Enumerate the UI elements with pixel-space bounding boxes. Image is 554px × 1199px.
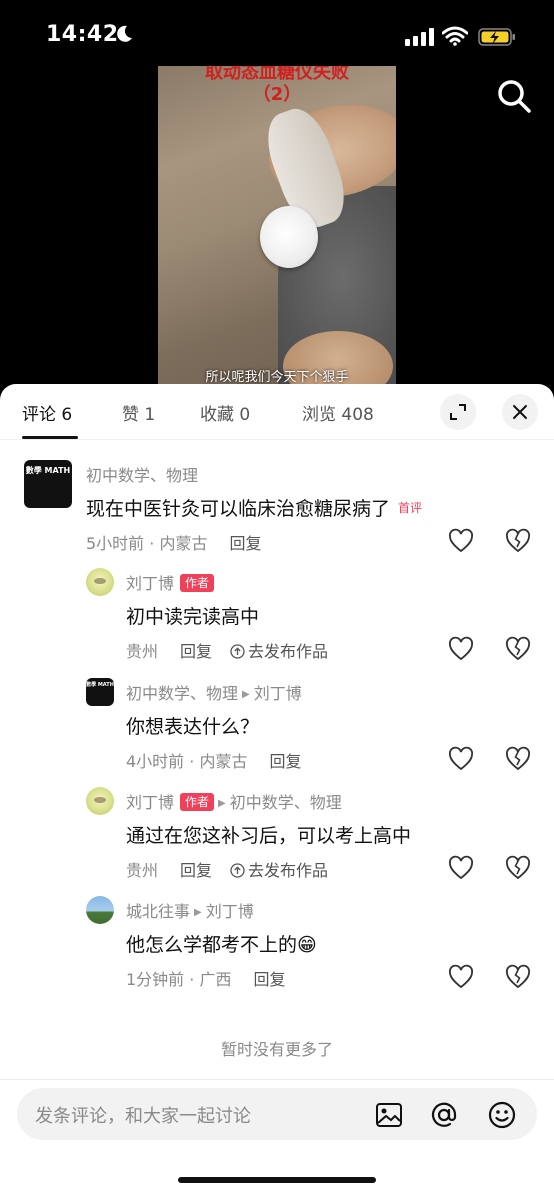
- comment-text: 通过在您这补习后，可以考上高中: [126, 825, 412, 847]
- author-badge: 作者: [180, 793, 215, 811]
- close-icon: [513, 405, 527, 419]
- upload-circle-icon: [230, 644, 245, 659]
- tab-comments[interactable]: 评论 6: [22, 400, 72, 425]
- comment-text: 他怎么学都考不上的😁: [126, 934, 317, 956]
- comment-time-location: 贵州: [126, 642, 159, 661]
- publish-work-label: 去发布作品: [248, 861, 329, 880]
- first-comment-badge: 首评: [398, 501, 423, 515]
- comment-author-name[interactable]: 刘丁博: [126, 793, 174, 812]
- comment-input-placeholder: 发条评论，和大家一起讨论: [35, 1106, 251, 1127]
- reply-arrow-icon: ▶: [218, 798, 226, 809]
- home-indicator: [178, 1177, 376, 1183]
- comment-author: 刘丁博 作者: [126, 570, 215, 594]
- search-icon[interactable]: [496, 78, 532, 114]
- comment-text: 现在中医针灸可以临床治愈糖尿病了 首评: [86, 494, 422, 521]
- image-icon[interactable]: [374, 1100, 404, 1130]
- mention-at-icon[interactable]: [429, 1100, 459, 1130]
- upload-circle-icon: [230, 863, 245, 878]
- author-badge: 作者: [180, 574, 215, 592]
- like-heart-icon[interactable]: [448, 746, 474, 772]
- avatar-logo-text: 數學 MATH: [86, 682, 114, 688]
- video-preview[interactable]: 取动态血糖仪失败 （2） 所以呢我们今天下个狠手: [158, 66, 396, 396]
- comment-time-location: 4小时前 · 内蒙古: [126, 752, 248, 771]
- video-title-line2: （2）: [252, 84, 302, 105]
- dislike-broken-heart-icon[interactable]: [505, 528, 531, 554]
- comment-meta: 贵州 回复 去发布作品: [126, 638, 328, 662]
- status-bar: 14:42: [0, 0, 554, 70]
- dislike-broken-heart-icon[interactable]: [505, 855, 531, 881]
- comment-input[interactable]: 发条评论，和大家一起讨论: [17, 1088, 537, 1140]
- expand-icon: [450, 404, 466, 420]
- dislike-broken-heart-icon[interactable]: [505, 636, 531, 662]
- comment-time-location: 1分钟前 · 广西: [126, 970, 232, 989]
- tab-likes[interactable]: 赞 1: [122, 400, 155, 425]
- dislike-broken-heart-icon[interactable]: [505, 964, 531, 990]
- avatar[interactable]: [86, 568, 114, 596]
- reply-to-name[interactable]: 初中数学、物理: [230, 793, 342, 812]
- no-more-text: 暂时没有更多了: [220, 1040, 333, 1059]
- comment-author: 初中数学、物理 ▶ 刘丁博: [126, 680, 302, 704]
- expand-button[interactable]: [440, 394, 476, 430]
- avatar[interactable]: 數學 MATH: [24, 460, 72, 508]
- comment-text: 初中读完读高中: [126, 606, 260, 628]
- tab-active-indicator: [22, 436, 78, 439]
- tab-bar: 评论 6 赞 1 收藏 0 浏览 408: [0, 384, 554, 440]
- reply-button[interactable]: 回复: [180, 861, 212, 880]
- like-heart-icon[interactable]: [448, 528, 474, 554]
- comment-author-name[interactable]: 初中数学、物理: [126, 684, 238, 703]
- publish-work-label: 去发布作品: [248, 642, 329, 661]
- tab-favorites[interactable]: 收藏 0: [200, 400, 250, 425]
- glucose-sensor: [260, 206, 318, 268]
- wifi-icon: [442, 26, 468, 46]
- like-heart-icon[interactable]: [448, 855, 474, 881]
- reply-arrow-icon: ▶: [194, 907, 202, 918]
- comment-author-name[interactable]: 城北往事: [126, 902, 190, 921]
- like-heart-icon[interactable]: [448, 636, 474, 662]
- reply-arrow-icon: ▶: [242, 689, 250, 700]
- avatar[interactable]: [86, 787, 114, 815]
- like-heart-icon[interactable]: [448, 964, 474, 990]
- publish-work-link[interactable]: 去发布作品: [230, 642, 328, 661]
- tab-views[interactable]: 浏览 408: [302, 400, 374, 425]
- comment-text: 你想表达什么？: [126, 716, 260, 738]
- reply-to-name[interactable]: 刘丁博: [254, 684, 302, 703]
- avatar-logo-text: 數學 MATH: [25, 466, 71, 475]
- video-subtitle: 所以呢我们今天下个狠手: [205, 370, 349, 385]
- comment-input-bar: 发条评论，和大家一起讨论: [0, 1079, 554, 1199]
- comment-author-name[interactable]: 刘丁博: [126, 574, 174, 593]
- video-title: 取动态血糖仪失败 （2）: [158, 66, 396, 106]
- comment-author[interactable]: 初中数学、物理: [86, 462, 198, 486]
- video-title-line1: 取动态血糖仪失败: [205, 66, 349, 83]
- reply-button[interactable]: 回复: [180, 642, 212, 661]
- comment-time-location: 贵州: [126, 861, 159, 880]
- comment-sheet: 评论 6 赞 1 收藏 0 浏览 408 數學 MATH 初中数学、物理 现在中…: [0, 384, 554, 1199]
- publish-work-link[interactable]: 去发布作品: [230, 861, 328, 880]
- reply-button[interactable]: 回复: [229, 534, 261, 553]
- comment-meta: 贵州 回复 去发布作品: [126, 857, 328, 881]
- battery-charging-icon: [478, 28, 515, 46]
- comment-meta: 4小时前 · 内蒙古 回复: [126, 748, 301, 772]
- avatar[interactable]: [86, 896, 114, 924]
- comment-meta: 1分钟前 · 广西 回复: [126, 966, 285, 990]
- reply-button[interactable]: 回复: [253, 970, 285, 989]
- comment-author: 城北往事 ▶ 刘丁博: [126, 898, 254, 922]
- emoji-icon[interactable]: [487, 1100, 517, 1130]
- comment-meta: 5小时前 · 内蒙古 回复: [86, 530, 261, 554]
- comment-text-content: 现在中医针灸可以临床治愈糖尿病了: [86, 498, 391, 520]
- dislike-broken-heart-icon[interactable]: [505, 746, 531, 772]
- status-time: 14:42: [46, 22, 119, 47]
- close-button[interactable]: [502, 394, 538, 430]
- reply-to-name[interactable]: 刘丁博: [206, 902, 254, 921]
- moon-icon: [117, 25, 132, 42]
- reply-button[interactable]: 回复: [269, 752, 301, 771]
- comment-author: 刘丁博 作者 ▶ 初中数学、物理: [126, 789, 342, 813]
- cellular-signal-icon: [405, 28, 434, 46]
- comment-time-location: 5小时前 · 内蒙古: [86, 534, 208, 553]
- avatar[interactable]: 數學 MATH: [86, 678, 114, 706]
